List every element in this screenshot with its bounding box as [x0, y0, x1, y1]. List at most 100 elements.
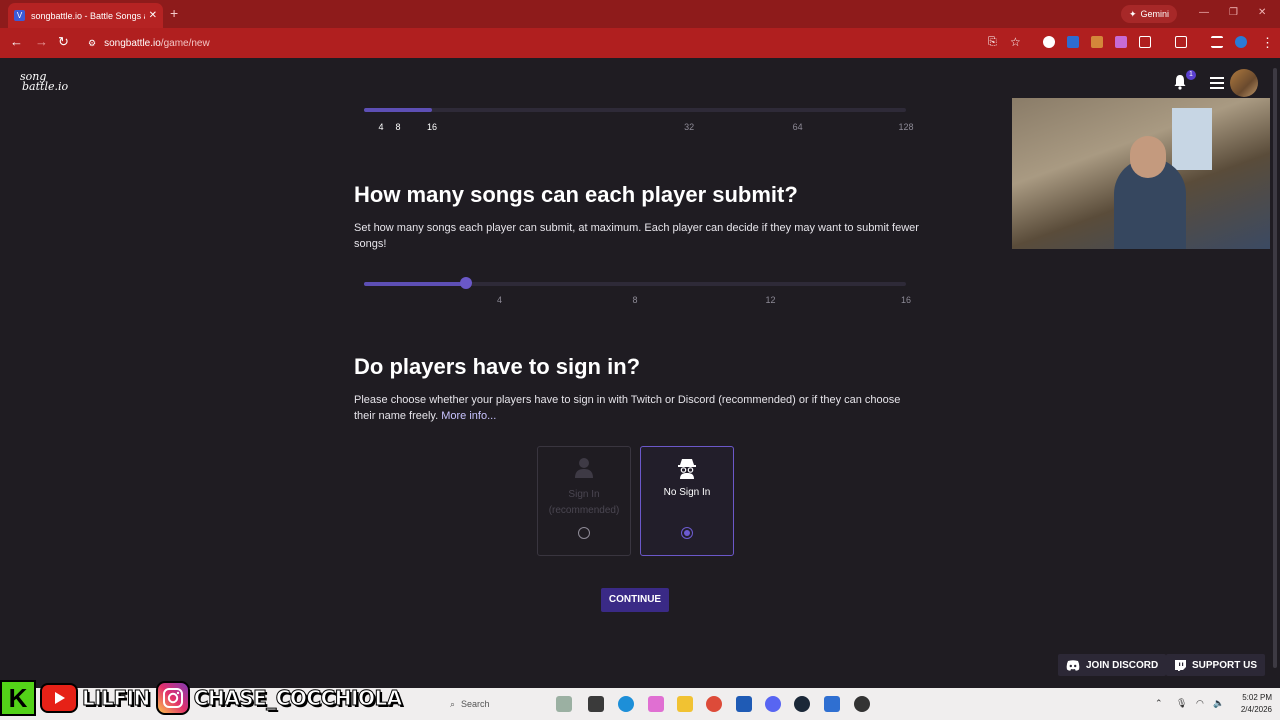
webcam-person-head	[1130, 136, 1166, 178]
browser-tab[interactable]: V songbattle.io - Battle Songs ag ✕	[8, 3, 163, 28]
songs-section-description: Set how many songs each player can submi…	[354, 222, 919, 250]
search-icon: ⌕	[450, 698, 456, 709]
steam-icon[interactable]	[794, 696, 810, 712]
support-us-label: SUPPORT US	[1192, 659, 1258, 671]
signin-section-description: Please choose whether your players have …	[354, 392, 919, 424]
rounds-tick-label: 64	[792, 122, 803, 132]
rounds-tick-label: 32	[684, 122, 695, 132]
signin-section-title: Do players have to sign in?	[354, 354, 641, 379]
extensions-puzzle-icon[interactable]	[1139, 36, 1151, 48]
sign-in-label: Sign In (recommended)	[549, 487, 620, 519]
signin-description-text: Please choose whether your players have …	[354, 394, 901, 422]
rounds-slider-fill	[364, 108, 432, 112]
no-sign-in-label: No Sign In	[663, 487, 711, 498]
incognito-user-icon	[678, 459, 696, 479]
rounds-tick-label: 128	[898, 122, 914, 132]
profile-icon[interactable]	[1235, 36, 1247, 48]
site-favicon-icon: V	[14, 10, 25, 21]
continue-button[interactable]: CONTINUE	[601, 588, 669, 612]
extension-icon[interactable]	[1091, 36, 1103, 48]
songs-tick-label: 4	[496, 295, 503, 305]
extension-icon[interactable]	[1115, 36, 1127, 48]
discord-icon	[1066, 659, 1080, 671]
rounds-slider-track[interactable]	[364, 108, 906, 112]
url-bar[interactable]: ⚙ songbattle.io/game/new	[78, 32, 978, 54]
browser-menu-icon[interactable]: ⋮	[1261, 35, 1274, 51]
close-window-icon[interactable]: ✕	[1258, 7, 1266, 18]
sparkle-icon: ✦	[1129, 8, 1137, 19]
url-host: songbattle.io	[104, 37, 161, 49]
reload-icon[interactable]: ↻	[58, 34, 69, 50]
microphone-icon[interactable]: 🎙	[1176, 698, 1187, 709]
page-scrollbar[interactable]	[1270, 58, 1280, 688]
songs-tick-label: 16	[900, 295, 912, 305]
chrome-icon[interactable]	[706, 696, 722, 712]
webcam-feed	[1012, 98, 1280, 249]
join-discord-button[interactable]: JOIN DISCORD	[1058, 654, 1167, 676]
songs-tick-label: 12	[765, 295, 776, 305]
sign-in-option[interactable]: Sign In (recommended)	[537, 446, 631, 556]
url-path: /game/new	[160, 37, 210, 49]
split-view-icon[interactable]	[1175, 36, 1187, 48]
stream-overlay: K LILFIN CHASE_COCCHIOLA	[0, 680, 403, 716]
edge-icon[interactable]	[618, 696, 634, 712]
logo-line2: battle.io	[22, 80, 69, 93]
user-icon	[575, 458, 593, 478]
join-discord-label: JOIN DISCORD	[1086, 659, 1159, 671]
minimize-icon[interactable]: —	[1199, 7, 1209, 18]
songs-tick-label: 8	[632, 295, 638, 305]
scrollbar-thumb[interactable]	[1273, 68, 1277, 668]
rounds-tick-label: 4	[378, 122, 384, 132]
kick-logo-icon: K	[0, 680, 36, 716]
new-tab-icon[interactable]: +	[170, 5, 178, 21]
twitch-icon	[1175, 659, 1186, 671]
clock-date: 2/4/2026	[1240, 705, 1272, 714]
close-tab-icon[interactable]: ✕	[149, 10, 157, 21]
task-view-icon[interactable]	[588, 696, 604, 712]
user-avatar[interactable]	[1230, 69, 1258, 97]
youtube-icon	[40, 683, 78, 713]
taskbar-clock[interactable]: 5:02 PM 2/4/2026	[1232, 692, 1272, 716]
overlay-name-2: CHASE_COCCHIOLA	[193, 686, 402, 711]
rounds-tick-label: 8	[395, 122, 401, 132]
site-info-icon[interactable]: ⚙	[88, 38, 96, 49]
taskbar-search-placeholder: Search	[461, 699, 490, 709]
site-logo[interactable]: song battle.io	[20, 71, 69, 93]
instagram-icon	[155, 681, 190, 715]
app-icon[interactable]	[824, 696, 840, 712]
obs-icon[interactable]	[854, 696, 870, 712]
songs-slider-thumb[interactable]	[459, 277, 472, 289]
songs-section-title: How many songs can each player submit?	[354, 182, 798, 207]
support-us-button[interactable]: SUPPORT US	[1166, 654, 1266, 676]
file-explorer-icon[interactable]	[677, 696, 693, 712]
extension-icon[interactable]	[1067, 36, 1079, 48]
forward-arrow-icon[interactable]: →	[35, 34, 48, 49]
extension-icon[interactable]	[1043, 36, 1055, 48]
back-arrow-icon[interactable]: ←	[10, 34, 23, 49]
no-sign-in-radio[interactable]	[681, 527, 693, 539]
gemini-label: Gemini	[1140, 9, 1170, 19]
wifi-icon[interactable]: ◠	[1196, 698, 1204, 709]
bookmark-star-icon[interactable]: ☆	[1010, 35, 1021, 49]
more-info-link[interactable]: More info...	[441, 410, 496, 422]
notification-badge: 1	[1186, 70, 1196, 80]
webcam-window	[1172, 108, 1212, 170]
install-app-icon[interactable]: ⎘	[988, 36, 997, 49]
songs-slider-fill	[364, 282, 466, 286]
rounds-tick-label: 16	[426, 122, 438, 132]
widget-icon[interactable]	[556, 696, 572, 712]
gemini-button[interactable]: ✦ Gemini	[1121, 5, 1178, 23]
tray-chevron-icon[interactable]: ⌃	[1155, 698, 1163, 709]
copilot-icon[interactable]	[648, 696, 664, 712]
hamburger-menu-icon[interactable]	[1210, 77, 1224, 92]
media-icon[interactable]	[1211, 36, 1223, 48]
maximize-icon[interactable]: ❐	[1229, 7, 1238, 18]
store-icon[interactable]	[736, 696, 752, 712]
sign-in-radio[interactable]	[578, 527, 590, 539]
no-sign-in-option[interactable]: No Sign In	[640, 446, 734, 556]
address-toolbar: ← → ↻ ⚙ songbattle.io/game/new ⎘ ☆ ⋮	[0, 28, 1280, 58]
browser-tab-bar: V songbattle.io - Battle Songs ag ✕ + ✦ …	[0, 0, 1280, 28]
volume-icon[interactable]: 🔈	[1213, 698, 1224, 709]
sign-in-label-line1: Sign In	[568, 489, 600, 500]
discord-taskbar-icon[interactable]	[765, 696, 781, 712]
